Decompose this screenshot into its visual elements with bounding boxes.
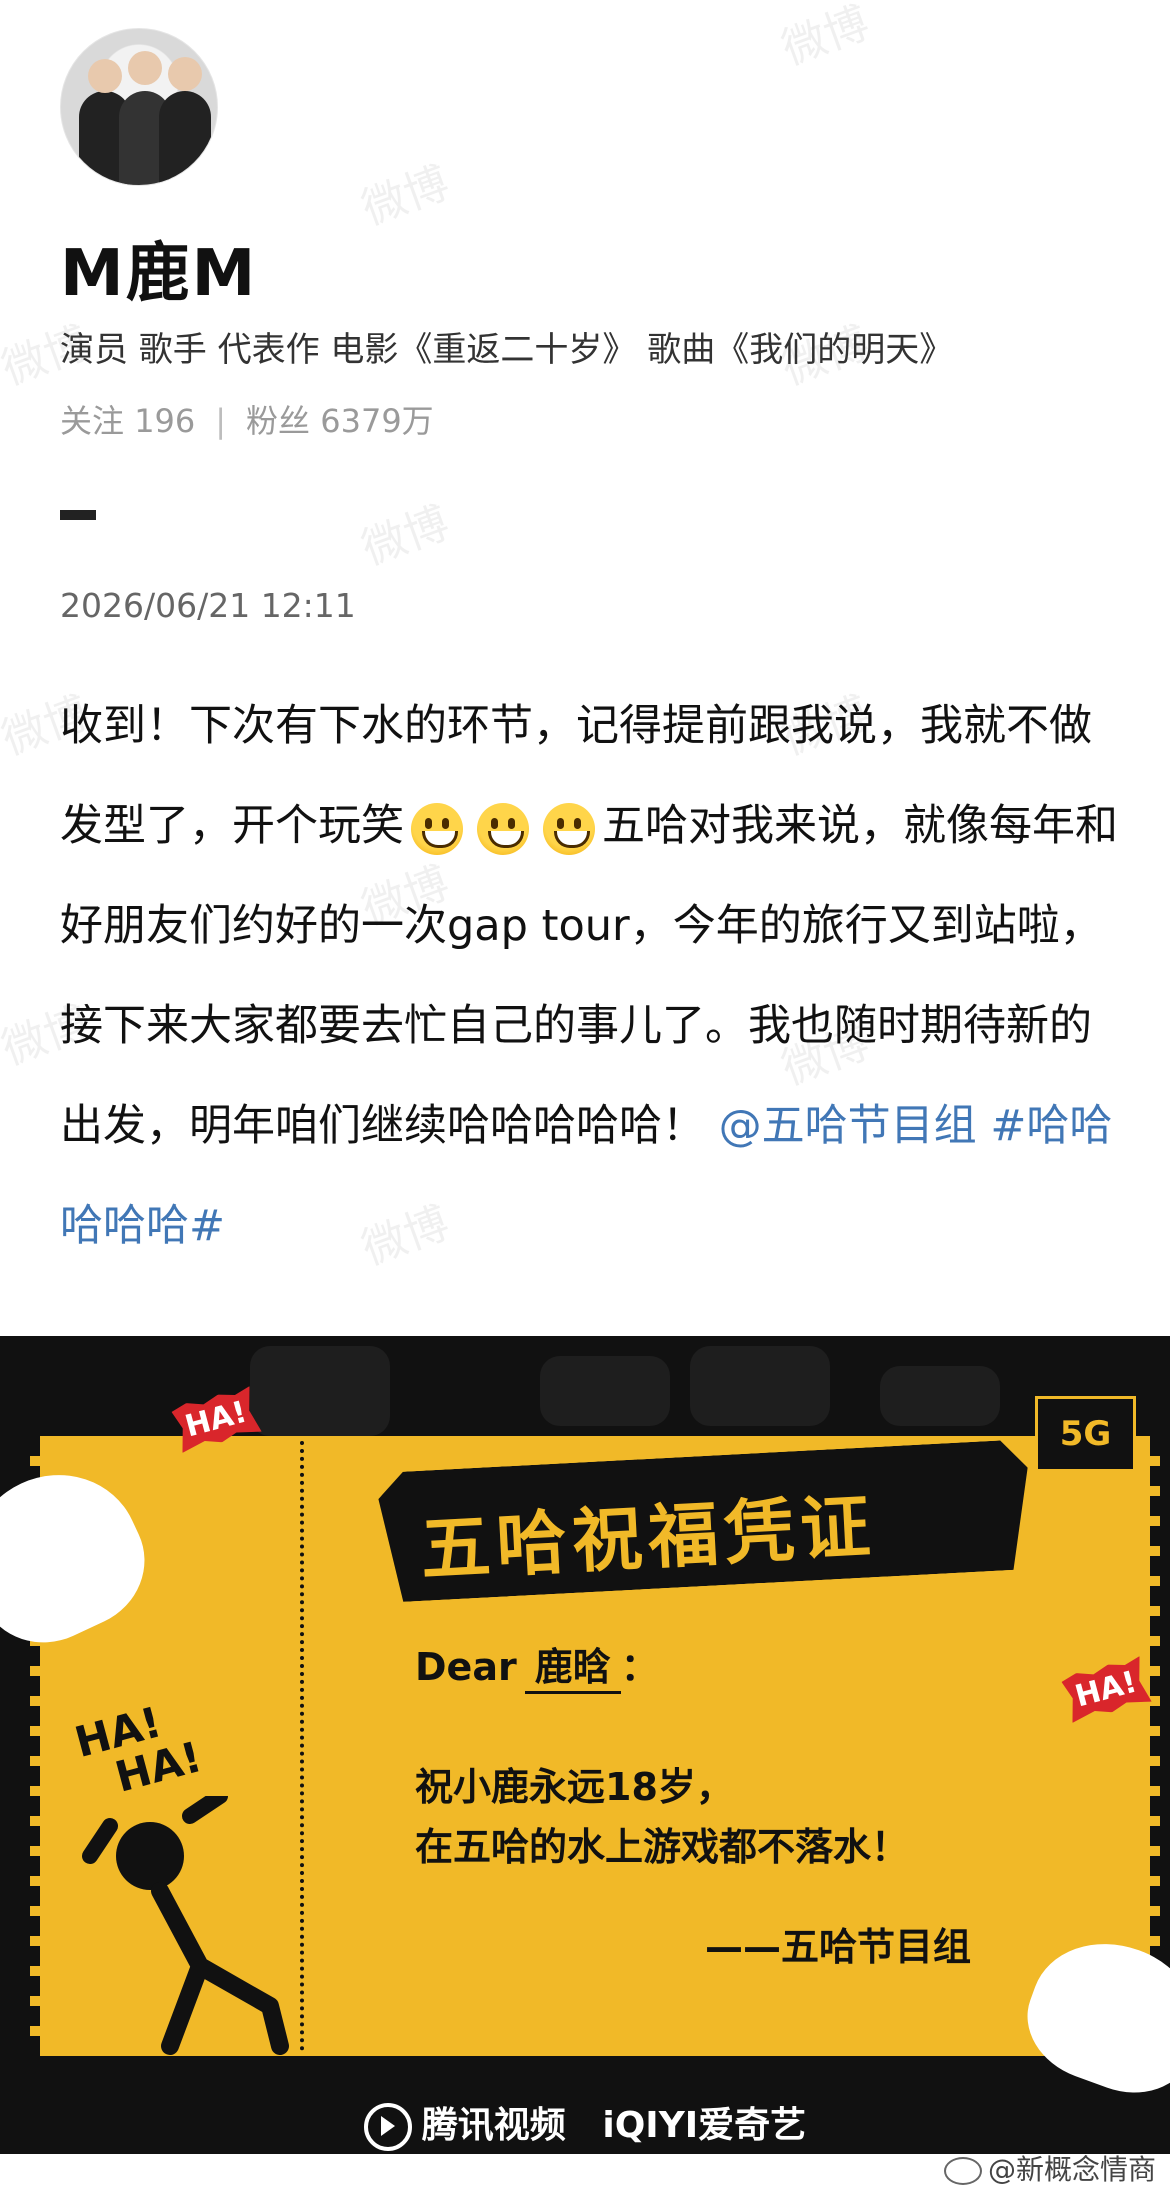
divider bbox=[60, 510, 96, 520]
credit-text: @新概念情商 bbox=[987, 2153, 1156, 2186]
dear-line: Dear 鹿晗： bbox=[415, 1636, 659, 1694]
followers-count: 6379万 bbox=[320, 402, 434, 440]
watermark: 微博 bbox=[355, 157, 456, 236]
dear-label: Dear bbox=[415, 1645, 517, 1689]
sponsor-iqiyi: 爱奇艺 bbox=[698, 2105, 807, 2146]
tencent-video-icon bbox=[363, 2103, 412, 2151]
wish-line-1: 祝小鹿永远18岁， bbox=[415, 1765, 734, 1809]
following-count: 196 bbox=[134, 402, 196, 440]
post-text: 收到！下次有下水的环节，记得提前跟我说，我就不做发型了，开个玩笑 五哈对我来说，就… bbox=[60, 676, 1120, 1276]
grinning-face-icon bbox=[411, 802, 463, 855]
followers-stat[interactable]: 粉丝 6379万 bbox=[246, 402, 434, 440]
dear-name: 鹿晗 bbox=[524, 1636, 621, 1694]
profile-bio: 演员 歌手 代表作 电影《重返二十岁》 歌曲《我们的明天》 bbox=[60, 330, 954, 370]
post-timestamp: 2026/06/21 12:11 bbox=[60, 586, 356, 625]
watermark: 微博 bbox=[355, 497, 456, 576]
profile-name[interactable]: M鹿M bbox=[60, 222, 257, 314]
source-credit: @新概念情商 bbox=[943, 2148, 1156, 2188]
following-label: 关注 bbox=[60, 402, 125, 440]
post-text-part2: 五哈对我来说，就像每年和好朋友们约好的一次gap tour，今年的旅行又到站啦，… bbox=[60, 801, 1118, 1151]
sponsor-tencent: 腾讯视频 bbox=[421, 2105, 566, 2146]
weibo-icon bbox=[943, 2157, 982, 2185]
watermark: 微博 bbox=[775, 0, 876, 76]
profile-stats: 关注 196 | 粉丝 6379万 bbox=[60, 396, 434, 442]
post-image[interactable]: HA! HA! 5G 五哈祝福凭证 Dear 鹿晗： 祝小鹿永远18岁， 在五哈的… bbox=[0, 1336, 1170, 2154]
wish-line-2: 在五哈的水上游戏都不落水！ bbox=[415, 1825, 910, 1869]
season-badge: 5G bbox=[1035, 1396, 1136, 1472]
iqiyi-logo: iQIYI bbox=[602, 2105, 699, 2146]
avatar[interactable] bbox=[60, 28, 218, 186]
followers-label: 粉丝 bbox=[246, 402, 311, 440]
stick-figure-icon bbox=[82, 1796, 289, 2055]
ticket-perforation bbox=[300, 1441, 304, 2051]
mention-link[interactable]: @五哈节目组 bbox=[719, 1101, 977, 1151]
dear-colon: ： bbox=[620, 1645, 659, 1689]
sponsor-footer: 腾讯视频 iQIYI爱奇艺 bbox=[0, 2096, 1170, 2154]
grinning-face-icon bbox=[477, 802, 529, 855]
signature: ——五哈节目组 bbox=[705, 1925, 972, 1969]
following-stat[interactable]: 关注 196 bbox=[60, 402, 195, 440]
stats-separator: | bbox=[215, 402, 227, 440]
grinning-face-icon bbox=[543, 802, 595, 855]
